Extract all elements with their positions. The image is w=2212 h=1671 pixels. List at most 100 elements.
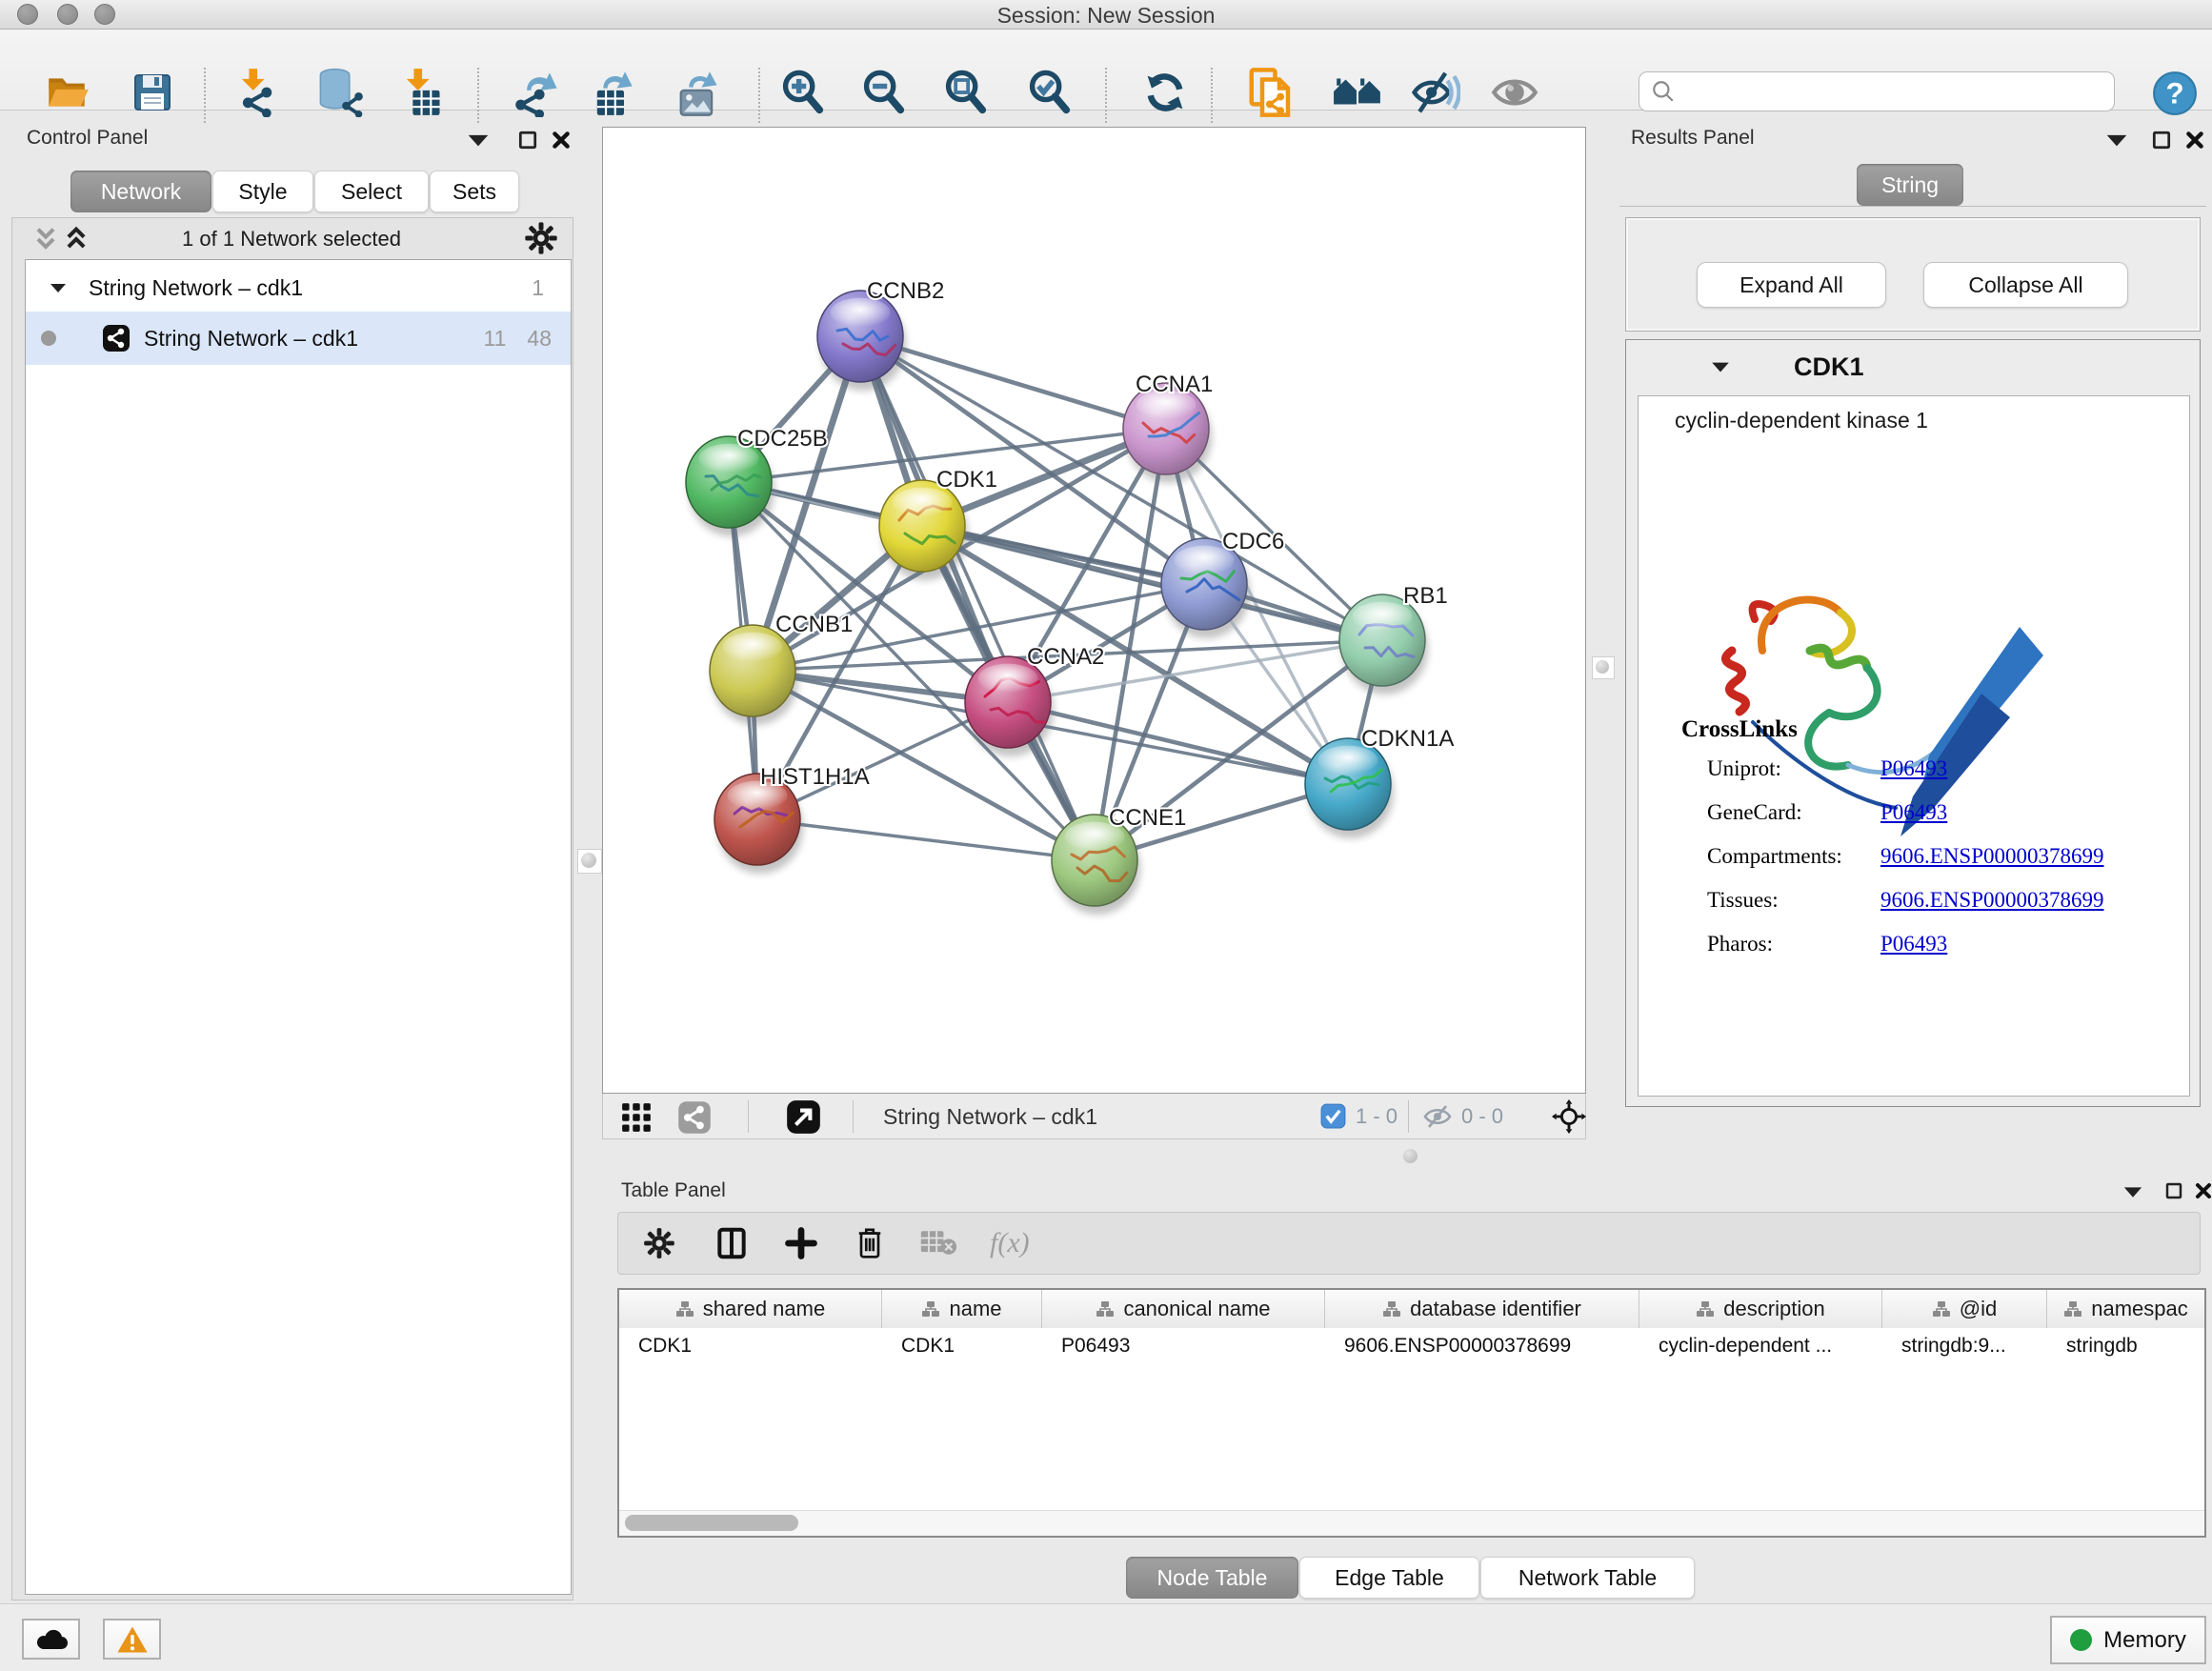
crosslink-genecard[interactable]: P06493 xyxy=(1880,800,1947,825)
export-image-button[interactable] xyxy=(671,66,724,119)
zoom-selected-button[interactable] xyxy=(1023,66,1076,119)
splitter-handle-horizontal[interactable] xyxy=(1403,1149,1418,1163)
cell-name[interactable]: CDK1 xyxy=(882,1328,1042,1364)
table-panel-menu-button[interactable] xyxy=(2122,1184,2144,1199)
cell-namespace[interactable]: stringdb xyxy=(2047,1328,2204,1364)
export-network-button[interactable] xyxy=(511,66,564,119)
zoom-fit-button[interactable] xyxy=(939,66,993,119)
column-header-canonical-name[interactable]: canonical name xyxy=(1042,1290,1325,1328)
import-database-button[interactable] xyxy=(313,66,367,119)
table-settings-button[interactable] xyxy=(641,1225,677,1261)
cloud-status-button[interactable] xyxy=(22,1619,80,1660)
cell-canonical-name[interactable]: P06493 xyxy=(1042,1328,1325,1364)
section-expander-icon[interactable] xyxy=(1710,359,1731,374)
column-label: @id xyxy=(1960,1297,1997,1321)
scrollbar-thumb[interactable] xyxy=(625,1515,798,1531)
table-horizontal-scrollbar[interactable] xyxy=(619,1510,2204,1536)
collapse-all-networks-button[interactable] xyxy=(32,225,59,253)
control-panel-close-button[interactable] xyxy=(551,130,572,151)
hidden-items-button[interactable] xyxy=(1422,1102,1453,1131)
splitter-handle-left[interactable] xyxy=(577,849,602,874)
search-input[interactable] xyxy=(1676,79,2099,104)
import-network-button[interactable] xyxy=(230,66,283,119)
network-row-selected[interactable]: String Network – cdk1 11 48 xyxy=(26,312,571,365)
tab-network-table[interactable]: Network Table xyxy=(1480,1557,1695,1599)
expand-all-button[interactable]: Expand All xyxy=(1697,262,1886,308)
search-field[interactable] xyxy=(1639,71,2115,111)
grid-view-button[interactable] xyxy=(620,1101,653,1134)
table-panel-float-button[interactable] xyxy=(2164,1181,2183,1200)
first-neighbors-button[interactable] xyxy=(1331,66,1384,119)
open-session-button[interactable] xyxy=(40,66,93,119)
cell-description[interactable]: cyclin-dependent ... xyxy=(1639,1328,1882,1364)
save-session-button[interactable] xyxy=(126,66,179,119)
crosslink-compartments[interactable]: 9606.ENSP00000378699 xyxy=(1880,844,2104,869)
network-edge[interactable] xyxy=(922,526,1382,640)
network-view-mode-button[interactable] xyxy=(677,1100,712,1135)
detach-view-button[interactable] xyxy=(786,1099,821,1135)
results-panel-float-button[interactable] xyxy=(2151,130,2172,151)
collapse-all-button[interactable]: Collapse All xyxy=(1923,262,2128,308)
crosslink-tissues[interactable]: 9606.ENSP00000378699 xyxy=(1880,888,2104,913)
network-collection-row[interactable]: String Network – cdk1 1 xyxy=(26,260,571,312)
selected-checkbox[interactable] xyxy=(1320,1103,1346,1129)
import-table-button[interactable] xyxy=(394,66,448,119)
show-columns-button[interactable] xyxy=(714,1225,750,1261)
tab-select[interactable]: Select xyxy=(314,171,429,212)
show-hide-graphics-button[interactable] xyxy=(1408,66,1461,119)
cell-id[interactable]: stringdb:9... xyxy=(1882,1328,2047,1364)
birds-eye-button[interactable] xyxy=(1551,1098,1587,1135)
clone-network-button[interactable] xyxy=(1244,66,1297,119)
column-header-name[interactable]: name xyxy=(882,1290,1042,1328)
zoom-out-button[interactable] xyxy=(857,66,911,119)
control-panel-float-button[interactable] xyxy=(517,130,538,151)
cell-database-identifier[interactable]: 9606.ENSP00000378699 xyxy=(1325,1328,1639,1364)
help-button[interactable]: ? xyxy=(2151,70,2199,117)
column-header-shared-name[interactable]: shared name xyxy=(619,1290,882,1328)
network-edge[interactable] xyxy=(757,819,1095,860)
control-panel-menu-button[interactable] xyxy=(466,131,491,149)
tab-style[interactable]: Style xyxy=(212,171,313,212)
network-options-button[interactable] xyxy=(522,219,560,257)
cell-shared-name[interactable]: CDK1 xyxy=(619,1328,882,1364)
results-panel-menu-button[interactable] xyxy=(2104,131,2129,149)
tab-node-table[interactable]: Node Table xyxy=(1126,1557,1298,1599)
results-panel-close-button[interactable] xyxy=(2184,130,2205,151)
zoom-in-button[interactable] xyxy=(776,66,830,119)
column-header-description[interactable]: description xyxy=(1639,1290,1882,1328)
expand-all-networks-button[interactable] xyxy=(63,225,90,253)
clear-table-button-disabled[interactable] xyxy=(919,1229,957,1258)
function-builder-button-disabled[interactable]: f(x) xyxy=(990,1227,1030,1259)
create-column-button[interactable] xyxy=(784,1226,818,1260)
crosslink-pharos[interactable]: P06493 xyxy=(1880,932,1947,956)
network-node-ccnb2[interactable] xyxy=(817,291,903,382)
column-header-database-identifier[interactable]: database identifier xyxy=(1325,1290,1639,1328)
network-node-cdkn1a[interactable] xyxy=(1305,738,1391,830)
tab-string[interactable]: String xyxy=(1857,164,1963,206)
tab-edge-table[interactable]: Edge Table xyxy=(1299,1557,1479,1599)
network-node-cdk1[interactable] xyxy=(879,480,965,572)
network-canvas[interactable]: CCNB2CCNA1CDC25BCDK1CDC6RB1CCNB1CCNA2CDK… xyxy=(602,127,1586,1094)
network-edge[interactable] xyxy=(860,336,1095,860)
delete-column-button[interactable] xyxy=(853,1225,887,1261)
table-panel-close-button[interactable] xyxy=(2194,1181,2212,1200)
memory-status-button[interactable]: Memory xyxy=(2050,1616,2206,1664)
collection-expander-icon[interactable] xyxy=(49,280,68,295)
export-table-button[interactable] xyxy=(585,66,638,119)
table-row[interactable]: CDK1 CDK1 P06493 9606.ENSP00000378699 cy… xyxy=(619,1328,2204,1364)
control-panel-title: Control Panel xyxy=(27,127,148,150)
tab-sets[interactable]: Sets xyxy=(430,171,519,212)
apply-layout-button[interactable] xyxy=(1138,66,1192,119)
splitter-handle-right[interactable] xyxy=(1592,656,1615,679)
column-header-id[interactable]: @id xyxy=(1882,1290,2047,1328)
hide-graphics-details-button[interactable] xyxy=(1488,66,1541,119)
tab-network[interactable]: Network xyxy=(70,171,211,212)
crosslink-uniprot[interactable]: P06493 xyxy=(1880,756,1947,781)
network-graph: CCNB2CCNA1CDC25BCDK1CDC6RB1CCNB1CCNA2CDK… xyxy=(603,128,1585,1093)
warnings-button[interactable] xyxy=(103,1619,161,1660)
network-node-ccna2[interactable] xyxy=(965,656,1051,748)
network-node-ccnb1[interactable] xyxy=(710,625,795,716)
gene-section-header[interactable]: CDK1 xyxy=(1626,340,2200,393)
network-edge[interactable] xyxy=(860,336,1166,429)
column-header-namespace[interactable]: namespac xyxy=(2047,1290,2204,1328)
